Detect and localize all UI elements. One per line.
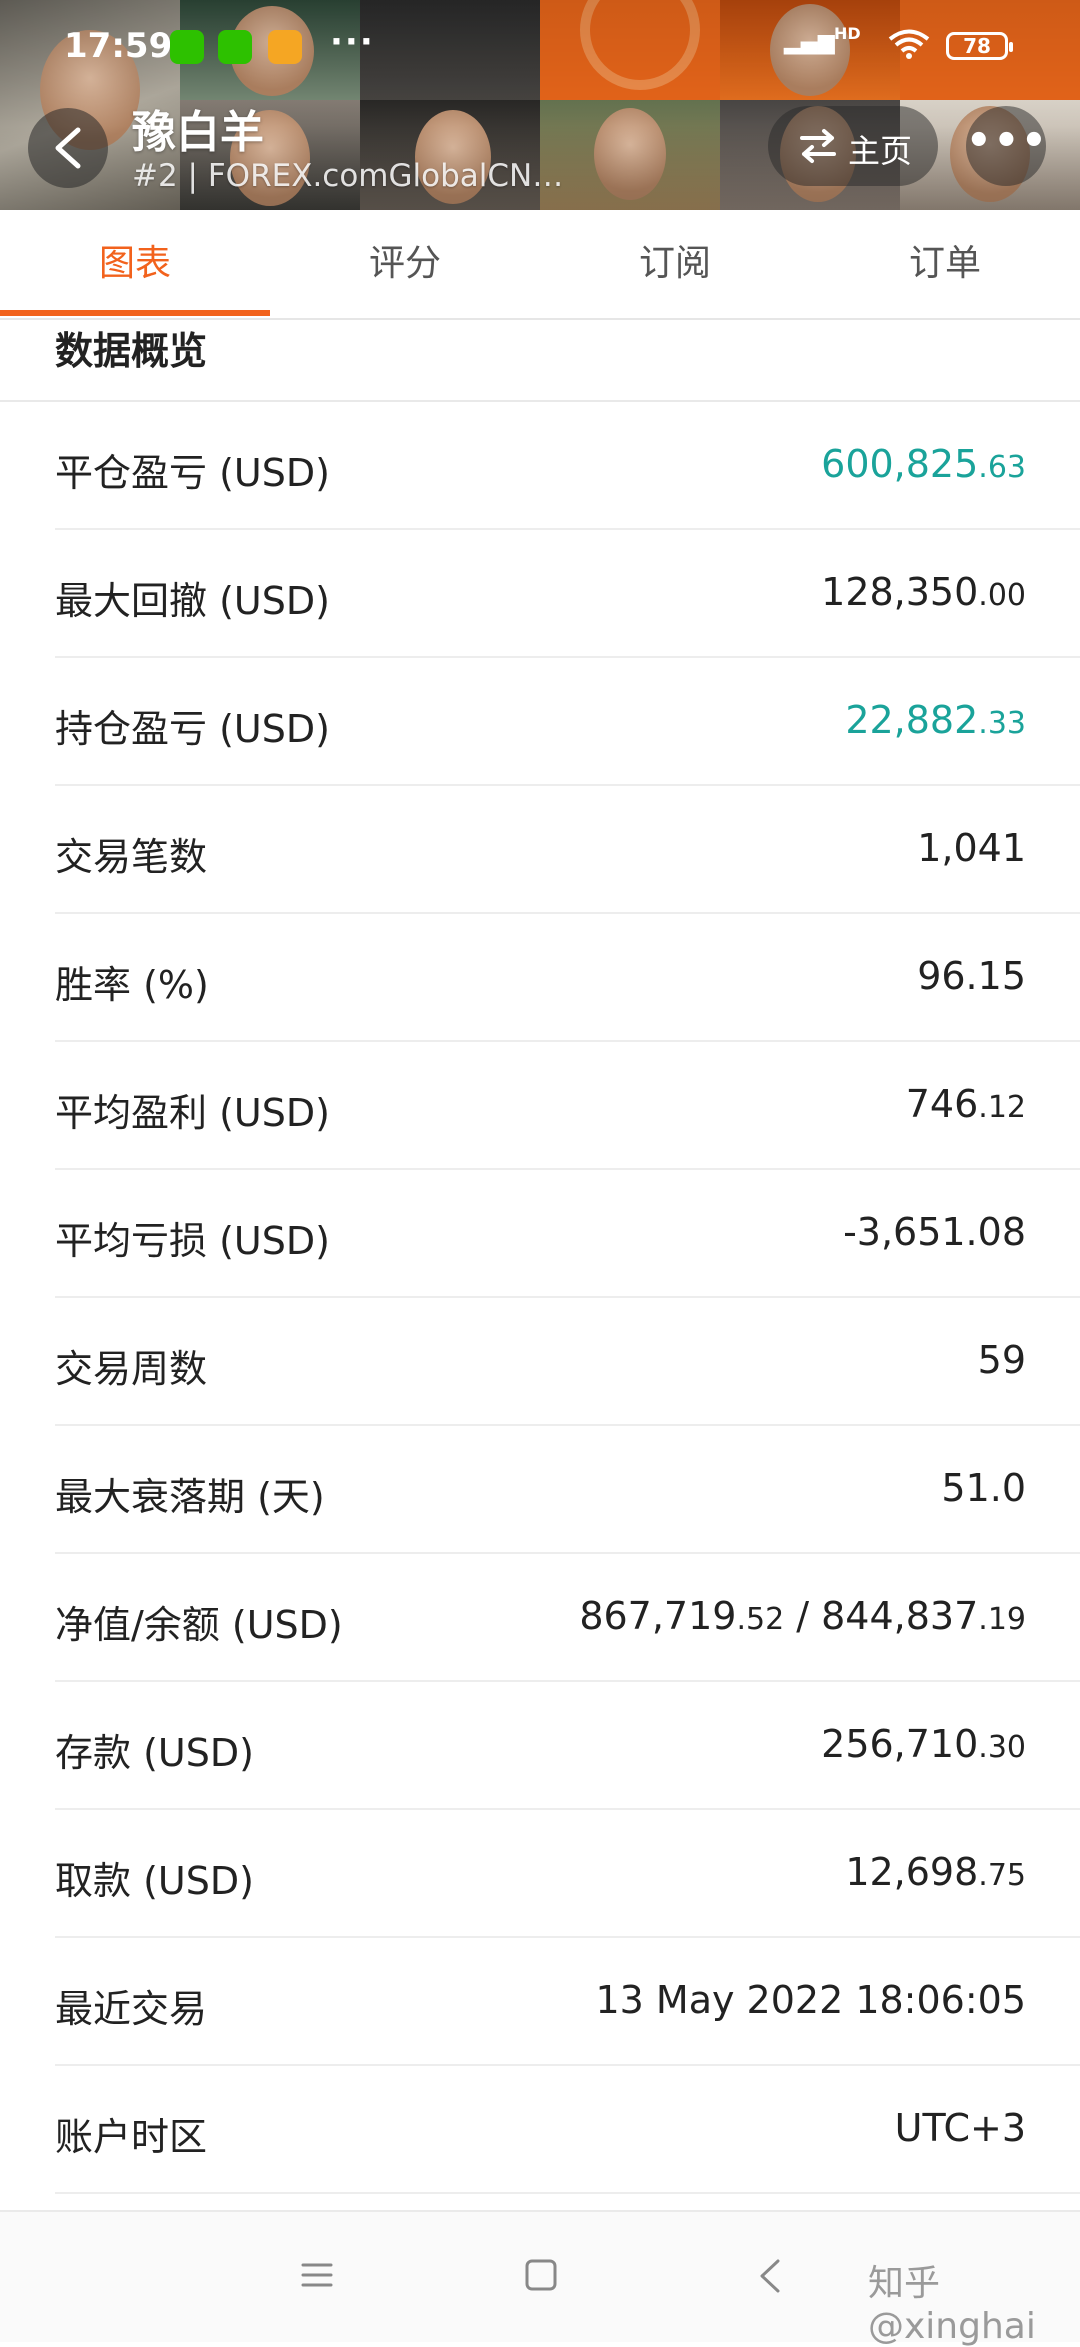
stat-row: 存款 (USD) 256,710.30	[0, 1682, 1080, 1810]
stat-value: -3,651.08	[843, 1210, 1026, 1254]
stat-label: 平仓盈亏 (USD)	[55, 451, 330, 495]
stat-value-integer: 600,825	[821, 442, 979, 486]
stat-value: 256,710.30	[821, 1722, 1026, 1766]
stat-row: 交易笔数 1,041	[0, 786, 1080, 914]
back-button[interactable]	[28, 108, 108, 188]
signal-icon: ▂▄▆	[784, 30, 835, 55]
stat-value: 59	[978, 1338, 1026, 1382]
active-tab-indicator	[0, 310, 270, 316]
stat-value-decimal: .63	[978, 450, 1026, 485]
menu-icon[interactable]	[300, 2258, 334, 2292]
stat-value: 867,719.52 / 844,837.19	[579, 1594, 1026, 1638]
more-notifications-icon: ···	[330, 22, 375, 62]
stat-row: 净值/余额 (USD) 867,719.52 / 844,837.19	[0, 1554, 1080, 1682]
stat-row: 平均盈利 (USD) 746.12	[0, 1042, 1080, 1170]
account-subtitle: #2 | FOREX.comGlobalCN…	[132, 158, 564, 194]
stat-label: 最大回撤 (USD)	[55, 579, 330, 623]
stat-label: 取款 (USD)	[55, 1859, 254, 1903]
row-divider	[55, 2192, 1080, 2194]
stat-value-decimal: .33	[978, 706, 1026, 741]
stat-row: 胜率 (%) 96.15	[0, 914, 1080, 1042]
stat-label: 账户时区	[55, 2115, 208, 2159]
stat-value: 128,350.00	[821, 570, 1026, 614]
stat-row: 平仓盈亏 (USD) 600,825.63	[0, 402, 1080, 530]
wifi-icon	[888, 29, 930, 59]
home-button-label: 主页	[848, 132, 913, 170]
status-bar: 17:59 ··· ▂▄▆ HD 78	[0, 0, 1080, 100]
back-triangle-icon[interactable]	[756, 2258, 784, 2294]
stat-value: 51.0	[941, 1466, 1026, 1510]
wechat-icon	[170, 30, 204, 64]
stat-value-decimal: .52	[736, 1602, 785, 1637]
more-options-button[interactable]: •••	[966, 106, 1047, 186]
stat-value: 22,882.33	[845, 698, 1026, 742]
stat-value: 13 May 2022 18:06:05	[595, 1978, 1026, 2022]
stat-value-decimal: .12	[978, 1090, 1026, 1125]
stat-value-integer: 96.15	[917, 954, 1026, 998]
tab-rating[interactable]: 评分	[270, 210, 540, 316]
stat-label: 交易笔数	[55, 835, 208, 879]
stat-value-integer: 256,710	[821, 1722, 979, 1766]
stat-value-integer: 13 May 2022 18:06:05	[595, 1978, 1026, 2022]
stat-value: 600,825.63	[821, 442, 1026, 486]
tab-orders[interactable]: 订单	[810, 210, 1080, 316]
status-time: 17:59	[64, 26, 173, 66]
stat-label: 存款 (USD)	[55, 1731, 254, 1775]
stat-value-integer: 22,882	[845, 698, 979, 742]
stat-value-integer: UTC+3	[894, 2106, 1026, 2150]
stat-value: 96.15	[917, 954, 1026, 998]
stat-row: 交易周数 59	[0, 1298, 1080, 1426]
stat-row: 最大衰落期 (天) 51.0	[0, 1426, 1080, 1554]
tab-chart[interactable]: 图表	[0, 210, 270, 316]
home-button[interactable]: 主页	[768, 106, 938, 186]
stat-label: 持仓盈亏 (USD)	[55, 707, 330, 751]
stat-value-integer: -3,651.08	[843, 1210, 1026, 1254]
home-square-icon[interactable]	[524, 2258, 558, 2292]
stat-value-decimal: .30	[978, 1730, 1026, 1765]
stat-row: 最大回撤 (USD) 128,350.00	[0, 530, 1080, 658]
tab-subscribe[interactable]: 订阅	[540, 210, 810, 316]
swap-icon	[800, 129, 836, 163]
stat-value-integer: / 844,837	[784, 1594, 979, 1638]
stat-value-integer: 51.0	[941, 1466, 1026, 1510]
stat-value: 12,698.75	[845, 1850, 1026, 1894]
stat-value: 746.12	[906, 1082, 1026, 1126]
stat-value-integer: 12,698	[845, 1850, 979, 1894]
tab-bar: 图表 评分 订阅 订单	[0, 210, 1080, 320]
section-title: 数据概览	[55, 329, 208, 373]
stat-label: 胜率 (%)	[55, 963, 209, 1007]
stat-value-integer: 867,719	[579, 1594, 737, 1638]
message-icon	[268, 30, 302, 64]
stat-label: 最大衰落期 (天)	[55, 1475, 325, 1519]
stat-value-integer: 128,350	[821, 570, 979, 614]
stat-value-integer: 746	[905, 1082, 979, 1126]
stats-list: 平仓盈亏 (USD) 600,825.63 最大回撤 (USD) 128,350.00…	[0, 402, 1080, 2194]
stat-label: 净值/余额 (USD)	[55, 1603, 343, 1647]
hd-signal-icon: HD	[834, 24, 861, 43]
stat-value-decimal: .75	[978, 1858, 1026, 1893]
stat-row: 持仓盈亏 (USD) 22,882.33	[0, 658, 1080, 786]
stat-row: 平均亏损 (USD) -3,651.08	[0, 1170, 1080, 1298]
stat-value-decimal: .19	[978, 1602, 1026, 1637]
stat-row: 账户时区 UTC+3	[0, 2066, 1080, 2194]
wechat-icon	[218, 30, 252, 64]
stat-value: UTC+3	[895, 2106, 1026, 2150]
stat-label: 平均盈利 (USD)	[55, 1091, 330, 1135]
stat-label: 最近交易	[55, 1987, 208, 2031]
stat-value: 1,041	[917, 826, 1026, 870]
stat-label: 交易周数	[55, 1347, 208, 1391]
watermark: 知乎 @xinghai	[868, 2263, 1036, 2347]
stat-row: 最近交易 13 May 2022 18:06:05	[0, 1938, 1080, 2066]
stat-label: 平均亏损 (USD)	[55, 1219, 330, 1263]
stat-row: 取款 (USD) 12,698.75	[0, 1810, 1080, 1938]
stat-value-integer: 1,041	[917, 826, 1026, 870]
page-title: 豫白羊	[132, 107, 264, 158]
stat-value-decimal: .00	[978, 578, 1026, 613]
stat-value-integer: 59	[977, 1338, 1026, 1382]
battery-icon: 78	[946, 32, 1013, 60]
chevron-left-icon	[55, 127, 81, 169]
